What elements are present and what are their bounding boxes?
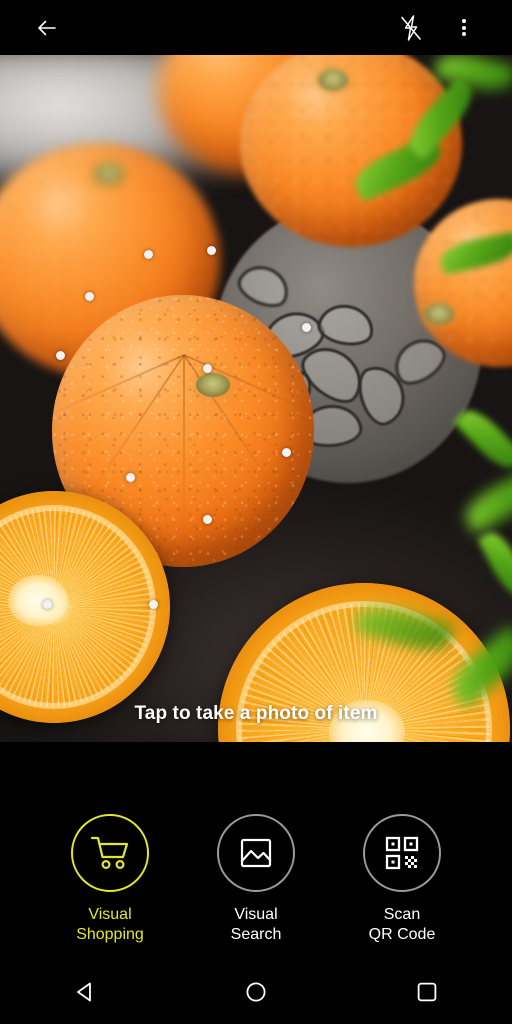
- top-bar: [0, 0, 512, 55]
- scan-dot: [125, 472, 135, 482]
- system-navigation-bar: [0, 960, 512, 1024]
- scan-dot: [143, 249, 153, 259]
- mode-label-visual-shopping: Visual Shopping: [76, 906, 144, 943]
- scan-dot: [148, 599, 158, 609]
- capture-hint-text: Tap to take a photo of item: [134, 703, 378, 724]
- image-icon: [240, 838, 272, 868]
- scan-dot: [84, 291, 94, 301]
- scan-dot: [202, 514, 212, 524]
- nav-recents-button[interactable]: [392, 968, 462, 1016]
- mode-selector-bar: Visual Shopping Visual Search Scan QR Co…: [0, 742, 512, 960]
- scan-dot: [206, 245, 216, 255]
- scan-dot: [55, 350, 65, 360]
- mode-label-visual-search: Visual Search: [230, 906, 282, 943]
- flash-off-button[interactable]: [391, 8, 431, 48]
- back-button[interactable]: [27, 8, 67, 48]
- scan-dot: [202, 363, 212, 373]
- nav-home-circle-icon: [246, 982, 266, 1002]
- nav-home-button[interactable]: [221, 968, 291, 1016]
- nav-back-triangle-icon: [77, 982, 92, 1002]
- scan-qr-code-ring: [363, 814, 441, 892]
- scan-dots-overlay: [0, 55, 512, 742]
- mode-visual-search[interactable]: Visual Search: [183, 742, 329, 945]
- scan-dot: [42, 599, 52, 609]
- nav-back-button[interactable]: [50, 968, 120, 1016]
- overflow-menu-button[interactable]: [444, 8, 484, 48]
- mode-label-scan-qr-code: Scan QR Code: [368, 906, 436, 943]
- scan-dot: [301, 322, 311, 332]
- flash-off-icon: [401, 14, 421, 41]
- visual-search-ring: [217, 814, 295, 892]
- phone-screen: Tap to take a photo of item Visual Shopp…: [0, 0, 512, 1024]
- mode-scan-qr-code[interactable]: Scan QR Code: [329, 742, 475, 945]
- scan-dot: [281, 447, 291, 457]
- camera-viewfinder[interactable]: Tap to take a photo of item: [0, 55, 512, 742]
- shopping-cart-icon: [90, 836, 129, 870]
- back-arrow-icon: [38, 20, 56, 35]
- nav-recents-square-icon: [417, 982, 436, 1002]
- qr-code-icon: [385, 836, 419, 870]
- mode-visual-shopping[interactable]: Visual Shopping: [37, 742, 183, 945]
- visual-shopping-ring: [71, 814, 149, 892]
- overflow-menu-icon: [462, 16, 466, 38]
